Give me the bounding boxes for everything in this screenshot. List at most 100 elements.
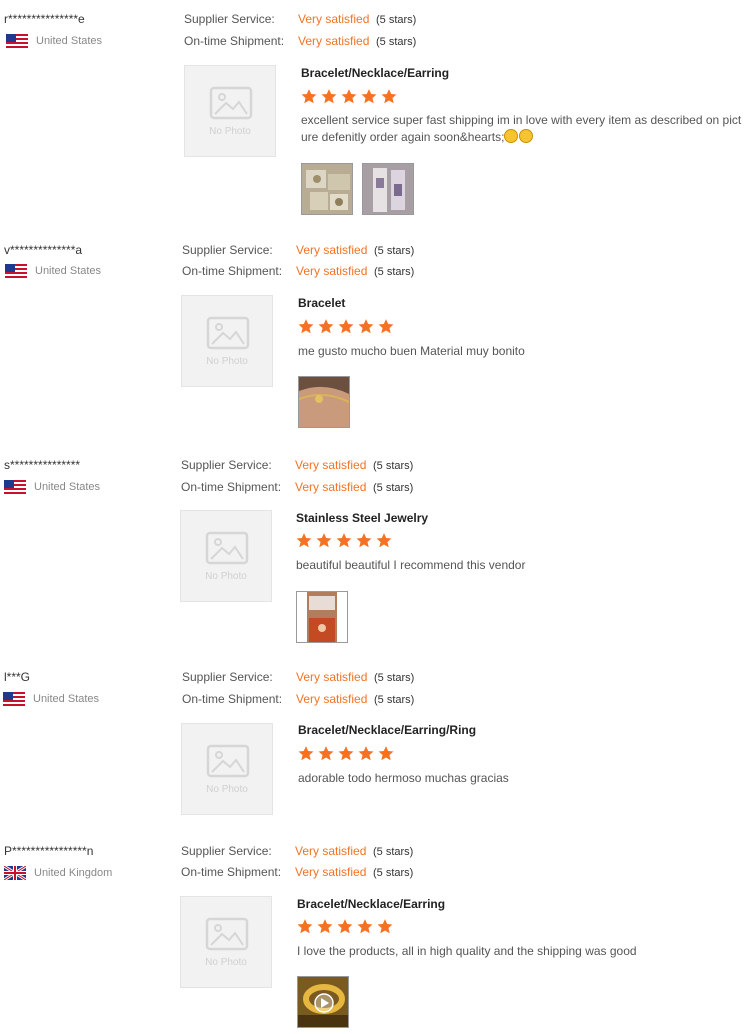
product-title[interactable]: Stainless Steel Jewelry bbox=[296, 511, 428, 525]
reviewer-name: v**************a bbox=[4, 243, 83, 257]
supplier-service-value: Very satisfied bbox=[295, 458, 367, 472]
no-photo-label: No Photo bbox=[209, 126, 251, 137]
shipment-stars: (5 stars) bbox=[374, 266, 415, 278]
star-rating bbox=[296, 918, 394, 935]
reviewer-country: United States bbox=[5, 264, 101, 278]
product-thumbnail[interactable]: No Photo bbox=[181, 723, 273, 815]
shipment-stars: (5 stars) bbox=[374, 694, 415, 706]
supplier-service-value: Very satisfied bbox=[296, 670, 368, 684]
reviewer-name: l***G bbox=[4, 670, 31, 684]
review-comment: excellent service super fast shipping im… bbox=[301, 112, 745, 146]
star-icon bbox=[361, 89, 377, 104]
star-icon bbox=[298, 319, 314, 334]
shipment-label: On-time Shipment: bbox=[182, 264, 283, 278]
shipment-rating: On-time Shipment: Very satisfied (5 star… bbox=[181, 865, 413, 879]
supplier-service-rating: Supplier Service: Very satisfied (5 star… bbox=[182, 243, 414, 257]
supplier-service-value: Very satisfied bbox=[298, 12, 370, 26]
gold-ring-video-thumbnail bbox=[298, 977, 348, 1027]
star-rating bbox=[300, 88, 398, 105]
star-icon bbox=[377, 919, 393, 934]
product-thumbnail[interactable]: No Photo bbox=[181, 295, 273, 387]
supplier-service-value: Very satisfied bbox=[295, 844, 367, 858]
supplier-service-rating: Supplier Service: Very satisfied (5 star… bbox=[182, 670, 414, 684]
star-icon bbox=[357, 919, 373, 934]
us-flag-icon bbox=[5, 264, 27, 278]
review-photo[interactable] bbox=[362, 163, 414, 215]
product-thumbnail[interactable]: No Photo bbox=[180, 510, 272, 602]
hugging-face-emoji-icon bbox=[519, 129, 534, 143]
review-photo[interactable] bbox=[298, 376, 350, 428]
country-label: United States bbox=[36, 35, 103, 47]
review-comment: me gusto mucho buen Material muy bonito bbox=[298, 344, 525, 358]
shipment-rating: On-time Shipment: Very satisfied (5 star… bbox=[182, 264, 414, 278]
shipment-label: On-time Shipment: bbox=[182, 692, 283, 706]
us-flag-icon bbox=[4, 480, 26, 494]
reviewer-name: r***************e bbox=[4, 12, 85, 26]
shipment-stars: (5 stars) bbox=[373, 482, 414, 494]
uk-flag-icon bbox=[4, 866, 26, 880]
star-icon bbox=[301, 89, 317, 104]
shipment-value: Very satisfied bbox=[295, 865, 367, 879]
bracelet-on-wrist-photo bbox=[299, 377, 349, 427]
star-icon bbox=[378, 319, 394, 334]
star-icon bbox=[296, 533, 312, 548]
supplier-service-rating: Supplier Service: Very satisfied (5 star… bbox=[181, 844, 413, 858]
product-title[interactable]: Bracelet/Necklace/Earring bbox=[301, 66, 449, 80]
shipment-value: Very satisfied bbox=[298, 34, 370, 48]
product-thumbnail[interactable]: No Photo bbox=[180, 896, 272, 988]
review-comment: adorable todo hermoso muchas gracias bbox=[298, 771, 509, 785]
product-thumbnail[interactable]: No Photo bbox=[184, 65, 276, 157]
supplier-service-label: Supplier Service: bbox=[182, 243, 273, 257]
star-icon bbox=[318, 746, 334, 761]
star-rating bbox=[297, 745, 395, 762]
country-label: United Kingdom bbox=[34, 867, 113, 879]
image-placeholder-icon bbox=[206, 316, 250, 350]
us-flag-icon bbox=[6, 34, 28, 48]
star-icon bbox=[381, 89, 397, 104]
reviewer-country: United States bbox=[6, 34, 102, 48]
shipment-value: Very satisfied bbox=[296, 264, 368, 278]
review-photo[interactable] bbox=[301, 163, 353, 215]
no-photo-label: No Photo bbox=[206, 784, 248, 795]
star-icon bbox=[358, 746, 374, 761]
jewelry-bags-photo bbox=[302, 164, 352, 214]
review-video-thumbnail[interactable] bbox=[297, 976, 349, 1028]
jewelry-cards-photo bbox=[363, 164, 413, 214]
shipment-stars: (5 stars) bbox=[373, 867, 414, 879]
image-placeholder-icon bbox=[209, 86, 253, 120]
review-comment: I love the products, all in high quality… bbox=[297, 944, 637, 958]
supplier-service-rating: Supplier Service: Very satisfied (5 star… bbox=[181, 458, 413, 472]
supplier-service-label: Supplier Service: bbox=[182, 670, 273, 684]
shipment-label: On-time Shipment: bbox=[181, 480, 282, 494]
reviewer-name: s*************** bbox=[4, 458, 81, 472]
no-photo-label: No Photo bbox=[205, 957, 247, 968]
supplier-service-label: Supplier Service: bbox=[184, 12, 275, 26]
star-rating bbox=[297, 318, 395, 335]
product-title[interactable]: Bracelet/Necklace/Earring/Ring bbox=[298, 723, 476, 737]
shipment-rating: On-time Shipment: Very satisfied (5 star… bbox=[182, 692, 414, 706]
product-title[interactable]: Bracelet bbox=[298, 296, 345, 310]
star-icon bbox=[376, 533, 392, 548]
shipment-label: On-time Shipment: bbox=[181, 865, 282, 879]
reviewer-country: United States bbox=[4, 480, 100, 494]
review-photo[interactable] bbox=[296, 591, 348, 643]
shipment-rating: On-time Shipment: Very satisfied (5 star… bbox=[181, 480, 413, 494]
shipment-rating: On-time Shipment: Very satisfied (5 star… bbox=[184, 34, 416, 48]
star-icon bbox=[298, 746, 314, 761]
country-label: United States bbox=[34, 481, 101, 493]
star-icon bbox=[358, 319, 374, 334]
shipment-label: On-time Shipment: bbox=[184, 34, 285, 48]
supplier-service-stars: (5 stars) bbox=[376, 14, 417, 26]
product-title[interactable]: Bracelet/Necklace/Earring bbox=[297, 897, 445, 911]
image-placeholder-icon bbox=[205, 917, 249, 951]
star-icon bbox=[321, 89, 337, 104]
shipment-value: Very satisfied bbox=[296, 692, 368, 706]
us-flag-icon bbox=[3, 692, 25, 706]
star-icon bbox=[317, 919, 333, 934]
country-label: United States bbox=[33, 693, 100, 705]
supplier-service-stars: (5 stars) bbox=[373, 846, 414, 858]
star-icon bbox=[341, 89, 357, 104]
star-icon bbox=[356, 533, 372, 548]
supplier-service-rating: Supplier Service: Very satisfied (5 star… bbox=[184, 12, 416, 26]
image-placeholder-icon bbox=[205, 531, 249, 565]
